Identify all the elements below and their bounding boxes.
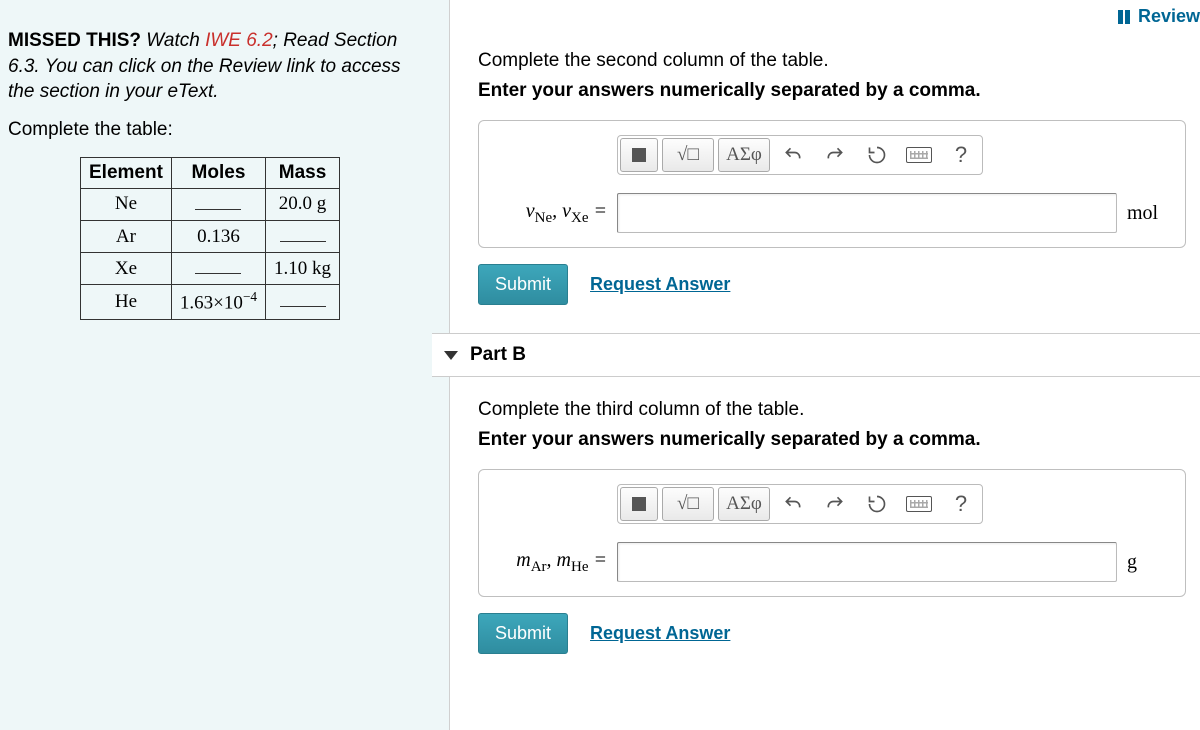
- part-a-answer-input[interactable]: [617, 193, 1117, 233]
- part-b-answer-input[interactable]: [617, 542, 1117, 582]
- review-link[interactable]: Review: [1118, 6, 1200, 29]
- template-icon[interactable]: [620, 138, 658, 172]
- question-context-panel: MISSED THIS? Watch IWE 6.2; Read Section…: [0, 0, 450, 730]
- part-a-submit-button[interactable]: Submit: [478, 264, 568, 305]
- iwe-link[interactable]: IWE 6.2: [205, 30, 273, 51]
- col-element: Element: [81, 157, 172, 188]
- answer-panel: Review Complete the second column of the…: [450, 0, 1200, 730]
- table-row: Xe 1.10 kg: [81, 253, 340, 285]
- part-b-request-answer-link[interactable]: Request Answer: [590, 623, 730, 644]
- keyboard-icon[interactable]: [900, 487, 938, 521]
- help-icon[interactable]: ?: [942, 487, 980, 521]
- col-mass: Mass: [266, 157, 340, 188]
- part-b-submit-button[interactable]: Submit: [478, 613, 568, 654]
- part-b-answer-box: √□ ΑΣφ ? mAr, mHe = g: [478, 469, 1186, 597]
- reset-icon[interactable]: [858, 487, 896, 521]
- part-b-unit: g: [1127, 551, 1167, 574]
- complete-table-prompt: Complete the table:: [8, 119, 429, 141]
- redo-icon[interactable]: [816, 487, 854, 521]
- part-b-variable-label: mAr, mHe =: [497, 549, 607, 576]
- undo-icon[interactable]: [774, 487, 812, 521]
- equation-toolbar: √□ ΑΣφ ?: [617, 484, 983, 524]
- greek-symbols-button[interactable]: ΑΣφ: [718, 487, 770, 521]
- fraction-root-icon[interactable]: √□: [662, 138, 714, 172]
- greek-symbols-button[interactable]: ΑΣφ: [718, 138, 770, 172]
- part-a-variable-label: νNe, νXe =: [497, 200, 607, 227]
- template-icon[interactable]: [620, 487, 658, 521]
- part-a-instruction-2: Enter your answers numerically separated…: [478, 80, 1186, 102]
- missed-this-text: MISSED THIS? Watch IWE 6.2; Read Section…: [8, 28, 429, 105]
- part-a-request-answer-link[interactable]: Request Answer: [590, 274, 730, 295]
- undo-icon[interactable]: [774, 138, 812, 172]
- part-a-unit: mol: [1127, 202, 1167, 225]
- part-a-instruction: Complete the second column of the table.: [478, 50, 1186, 72]
- keyboard-icon[interactable]: [900, 138, 938, 172]
- help-icon[interactable]: ?: [942, 138, 980, 172]
- col-moles: Moles: [171, 157, 265, 188]
- part-b-instruction: Complete the third column of the table.: [478, 399, 1186, 421]
- element-table: Element Moles Mass Ne 20.0 g Ar 0.136 Xe: [80, 157, 340, 320]
- flag-icon: [1118, 8, 1132, 29]
- table-row: Ar 0.136: [81, 221, 340, 253]
- caret-down-icon: [444, 351, 458, 360]
- reset-icon[interactable]: [858, 138, 896, 172]
- fraction-root-icon[interactable]: √□: [662, 487, 714, 521]
- table-row: He 1.63×10−4: [81, 285, 340, 319]
- part-b-instruction-2: Enter your answers numerically separated…: [478, 429, 1186, 451]
- equation-toolbar: √□ ΑΣφ ?: [617, 135, 983, 175]
- redo-icon[interactable]: [816, 138, 854, 172]
- part-b-header[interactable]: Part B: [432, 333, 1200, 377]
- part-a-answer-box: √□ ΑΣφ ? νNe, νXe = mol: [478, 120, 1186, 248]
- table-row: Ne 20.0 g: [81, 188, 340, 220]
